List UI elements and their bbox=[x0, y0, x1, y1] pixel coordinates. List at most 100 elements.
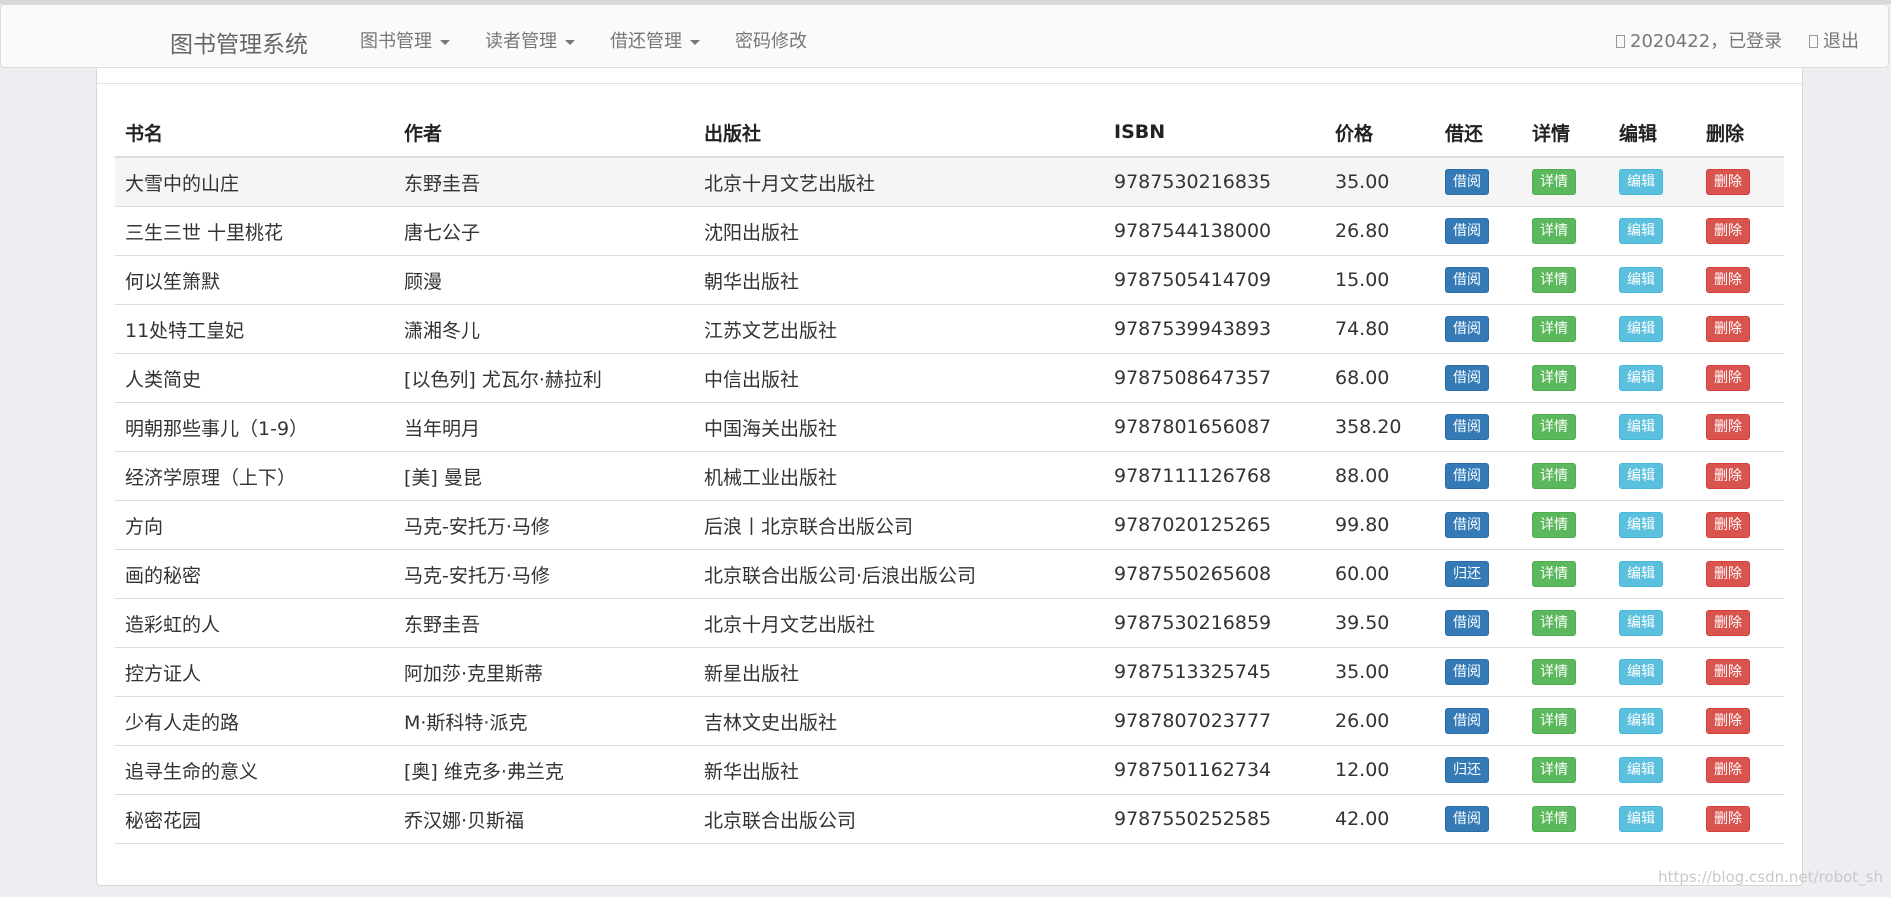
borrow-return-button[interactable]: 借阅 bbox=[1445, 463, 1489, 489]
delete-button[interactable]: 删除 bbox=[1706, 757, 1750, 783]
edit-button[interactable]: 编辑 bbox=[1619, 414, 1663, 440]
table-row: 方向 马克-安托万·马修 后浪丨北京联合出版公司 9787020125265 99.80… bbox=[115, 500, 1784, 550]
book-table-body: 大雪中的山庄 东野圭吾 北京十月文艺出版社 9787530216835 35.00 借阅详… bbox=[115, 157, 1784, 844]
detail-button[interactable]: 详情 bbox=[1532, 218, 1576, 244]
borrow-return-button[interactable]: 借阅 bbox=[1445, 365, 1489, 391]
cell-action: 编辑 bbox=[1609, 451, 1696, 501]
cell-action: 详情 bbox=[1522, 647, 1609, 697]
cell-author: 顾漫 bbox=[394, 255, 694, 305]
delete-button[interactable]: 删除 bbox=[1706, 414, 1750, 440]
col-header-author: 作者 bbox=[394, 108, 694, 158]
borrow-return-button[interactable]: 借阅 bbox=[1445, 218, 1489, 244]
nav-reader-management[interactable]: 读者管理 bbox=[485, 27, 575, 53]
cell-action: 删除 bbox=[1696, 402, 1784, 452]
user-status[interactable]: 2020422，已登录 bbox=[1616, 27, 1782, 53]
edit-button[interactable]: 编辑 bbox=[1619, 610, 1663, 636]
cell-publisher: 江苏文艺出版社 bbox=[694, 304, 1104, 354]
delete-button[interactable]: 删除 bbox=[1706, 169, 1750, 195]
borrow-return-button[interactable]: 借阅 bbox=[1445, 169, 1489, 195]
detail-button[interactable]: 详情 bbox=[1532, 561, 1576, 587]
cell-action: 详情 bbox=[1522, 353, 1609, 403]
cell-action: 详情 bbox=[1522, 745, 1609, 795]
cell-title: 三生三世 十里桃花 bbox=[115, 206, 394, 256]
edit-button[interactable]: 编辑 bbox=[1619, 463, 1663, 489]
nav-book-management[interactable]: 图书管理 bbox=[360, 27, 450, 53]
cell-title: 少有人走的路 bbox=[115, 696, 394, 746]
brand-title[interactable]: 图书管理系统 bbox=[170, 25, 308, 59]
edit-button[interactable]: 编辑 bbox=[1619, 708, 1663, 734]
borrow-return-button[interactable]: 归还 bbox=[1445, 757, 1489, 783]
user-icon bbox=[1616, 35, 1625, 48]
borrow-return-button[interactable]: 借阅 bbox=[1445, 414, 1489, 440]
cell-publisher: 中信出版社 bbox=[694, 353, 1104, 403]
delete-button[interactable]: 删除 bbox=[1706, 218, 1750, 244]
detail-button[interactable]: 详情 bbox=[1532, 659, 1576, 685]
nav-password-change[interactable]: 密码修改 bbox=[735, 27, 807, 53]
cell-author: 马克-安托万·马修 bbox=[394, 500, 694, 550]
logout-link[interactable]: 退出 bbox=[1809, 27, 1859, 53]
user-status-label: 2020422，已登录 bbox=[1630, 31, 1783, 52]
cell-isbn: 9787505414709 bbox=[1104, 255, 1325, 305]
nav-lending-management-label: 借还管理 bbox=[610, 31, 682, 52]
edit-button[interactable]: 编辑 bbox=[1619, 316, 1663, 342]
detail-button[interactable]: 详情 bbox=[1532, 414, 1576, 440]
detail-button[interactable]: 详情 bbox=[1532, 365, 1576, 391]
cell-author: 东野圭吾 bbox=[394, 598, 694, 648]
edit-button[interactable]: 编辑 bbox=[1619, 806, 1663, 832]
delete-button[interactable]: 删除 bbox=[1706, 267, 1750, 293]
detail-button[interactable]: 详情 bbox=[1532, 757, 1576, 783]
borrow-return-button[interactable]: 借阅 bbox=[1445, 610, 1489, 636]
delete-button[interactable]: 删除 bbox=[1706, 561, 1750, 587]
delete-button[interactable]: 删除 bbox=[1706, 365, 1750, 391]
delete-button[interactable]: 删除 bbox=[1706, 659, 1750, 685]
edit-button[interactable]: 编辑 bbox=[1619, 659, 1663, 685]
cell-action: 编辑 bbox=[1609, 255, 1696, 305]
borrow-return-button[interactable]: 借阅 bbox=[1445, 659, 1489, 685]
edit-button[interactable]: 编辑 bbox=[1619, 169, 1663, 195]
cell-author: [奥] 维克多·弗兰克 bbox=[394, 745, 694, 795]
cell-action: 借阅 bbox=[1435, 794, 1522, 844]
edit-button[interactable]: 编辑 bbox=[1619, 267, 1663, 293]
detail-button[interactable]: 详情 bbox=[1532, 169, 1576, 195]
edit-button[interactable]: 编辑 bbox=[1619, 365, 1663, 391]
detail-button[interactable]: 详情 bbox=[1532, 512, 1576, 538]
detail-button[interactable]: 详情 bbox=[1532, 463, 1576, 489]
cell-publisher: 新星出版社 bbox=[694, 647, 1104, 697]
cell-action: 删除 bbox=[1696, 353, 1784, 403]
cell-isbn: 9787111126768 bbox=[1104, 451, 1325, 501]
cell-author: 马克-安托万·马修 bbox=[394, 549, 694, 599]
detail-button[interactable]: 详情 bbox=[1532, 708, 1576, 734]
cell-isbn: 9787807023777 bbox=[1104, 696, 1325, 746]
borrow-return-button[interactable]: 借阅 bbox=[1445, 806, 1489, 832]
delete-button[interactable]: 删除 bbox=[1706, 610, 1750, 636]
cell-isbn: 9787539943893 bbox=[1104, 304, 1325, 354]
delete-button[interactable]: 删除 bbox=[1706, 806, 1750, 832]
table-row: 追寻生命的意义 [奥] 维克多·弗兰克 新华出版社 9787501162734 12.0… bbox=[115, 745, 1784, 795]
borrow-return-button[interactable]: 借阅 bbox=[1445, 267, 1489, 293]
nav-lending-management[interactable]: 借还管理 bbox=[610, 27, 700, 53]
edit-button[interactable]: 编辑 bbox=[1619, 757, 1663, 783]
borrow-return-button[interactable]: 归还 bbox=[1445, 561, 1489, 587]
edit-button[interactable]: 编辑 bbox=[1619, 512, 1663, 538]
cell-action: 详情 bbox=[1522, 255, 1609, 305]
edit-button[interactable]: 编辑 bbox=[1619, 218, 1663, 244]
cell-action: 编辑 bbox=[1609, 304, 1696, 354]
borrow-return-button[interactable]: 借阅 bbox=[1445, 512, 1489, 538]
cell-author: 乔汉娜·贝斯福 bbox=[394, 794, 694, 844]
col-header-price: 价格 bbox=[1325, 108, 1435, 158]
edit-button[interactable]: 编辑 bbox=[1619, 561, 1663, 587]
detail-button[interactable]: 详情 bbox=[1532, 267, 1576, 293]
detail-button[interactable]: 详情 bbox=[1532, 316, 1576, 342]
delete-button[interactable]: 删除 bbox=[1706, 316, 1750, 342]
book-table: 书名 作者 出版社 ISBN 价格 借还 详情 编辑 删除 大雪中的山庄 东野圭吾… bbox=[115, 108, 1784, 844]
delete-button[interactable]: 删除 bbox=[1706, 512, 1750, 538]
table-row: 明朝那些事儿（1-9） 当年明月 中国海关出版社 9787801656087 358.2… bbox=[115, 402, 1784, 452]
detail-button[interactable]: 详情 bbox=[1532, 610, 1576, 636]
cell-action: 借阅 bbox=[1435, 598, 1522, 648]
delete-button[interactable]: 删除 bbox=[1706, 708, 1750, 734]
borrow-return-button[interactable]: 借阅 bbox=[1445, 316, 1489, 342]
table-row: 经济学原理（上下） [美] 曼昆 机械工业出版社 9787111126768 88.00… bbox=[115, 451, 1784, 501]
borrow-return-button[interactable]: 借阅 bbox=[1445, 708, 1489, 734]
detail-button[interactable]: 详情 bbox=[1532, 806, 1576, 832]
delete-button[interactable]: 删除 bbox=[1706, 463, 1750, 489]
